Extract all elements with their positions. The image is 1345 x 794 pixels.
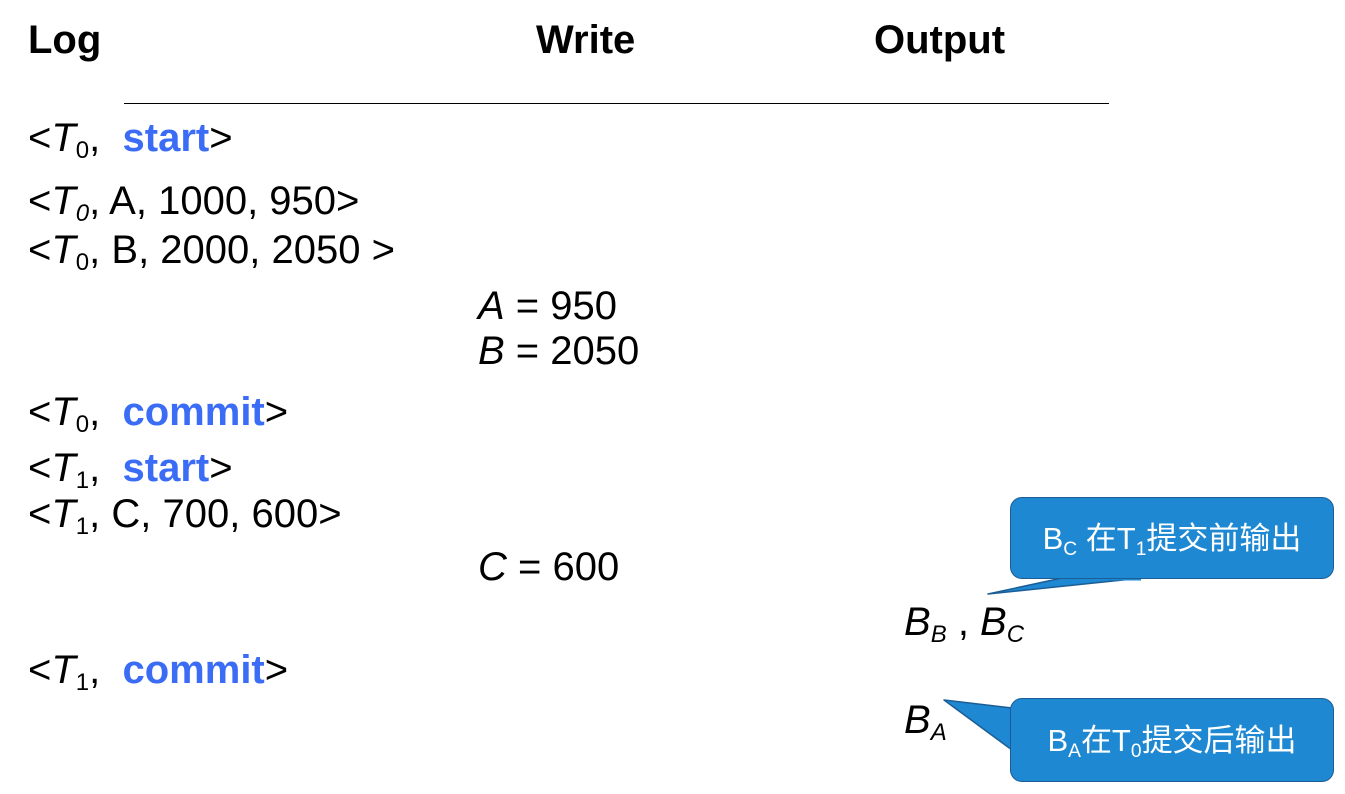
callout-tails	[943, 577, 1143, 751]
callout-ba-after-commit: BA在T0提交后输出	[1010, 698, 1334, 782]
callout-tail-2	[943, 699, 1013, 751]
callout-bc-before-commit: BC 在T1提交前输出	[1010, 497, 1334, 579]
